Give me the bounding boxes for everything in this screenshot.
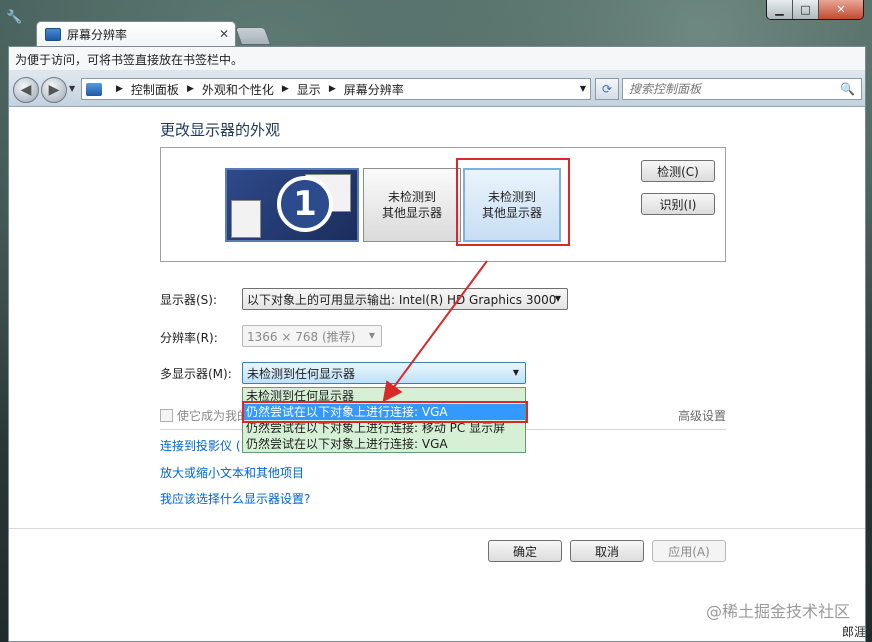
monitor-1[interactable]: 1	[225, 168, 359, 242]
search-icon[interactable]: 🔍	[840, 82, 855, 96]
monitor-label-line1: 未检测到	[387, 190, 436, 204]
history-dropdown-icon[interactable]: ▼	[69, 84, 75, 93]
display-label: 显示器(S):	[160, 293, 218, 307]
monitor-arrangement-panel: 1 未检测到 其他显示器 未检测到 其他显示器 检测(C) 识别(I)	[160, 147, 726, 262]
tab-close-icon[interactable]: ✕	[219, 27, 229, 41]
display-select[interactable]: 以下对象上的可用显示输出: Intel(R) HD Graphics 3000 …	[242, 288, 568, 310]
make-main-label: 使它成为我的	[177, 409, 250, 423]
browser-tab[interactable]: 屏幕分辨率 ✕	[36, 21, 236, 47]
control-panel-icon	[86, 82, 102, 96]
new-tab-button[interactable]	[234, 27, 272, 45]
window-frame: 为便于访问，可将书签直接放在书签栏中。 ◀ ▶ ▼ ▶ 控制面板 ▶ 外观和个性…	[8, 46, 866, 642]
chevron-down-icon: ▼	[368, 331, 375, 340]
apply-button: 应用(A)	[652, 540, 726, 562]
monitor-undetected-2[interactable]: 未检测到 其他显示器	[363, 168, 461, 242]
chevron-down-icon: ▼	[554, 294, 561, 303]
tab-title: 屏幕分辨率	[67, 28, 128, 42]
highlight-box	[456, 158, 570, 246]
resolution-label: 分辨率(R):	[160, 331, 218, 345]
breadcrumb-appearance[interactable]: 外观和个性化	[202, 81, 274, 98]
address-bar[interactable]: ▶ 控制面板 ▶ 外观和个性化 ▶ 显示 ▶ 屏幕分辨率 ▼	[81, 78, 591, 100]
chevron-right-icon[interactable]: ▶	[187, 84, 194, 94]
minimize-button[interactable]: ▁	[767, 0, 793, 19]
multi-display-select[interactable]: 未检测到任何显示器 ▼	[242, 362, 526, 384]
chevron-right-icon[interactable]: ▶	[329, 84, 336, 94]
ok-button[interactable]: 确定	[488, 540, 562, 562]
resolution-select: 1366 × 768 (推荐) ▼	[242, 325, 382, 347]
identify-button[interactable]: 识别(I)	[641, 193, 715, 215]
window-controls: ▁ □ ✕	[766, 0, 864, 20]
forward-button[interactable]: ▶	[41, 77, 67, 103]
bookmark-bar: 为便于访问，可将书签直接放在书签栏中。	[9, 47, 865, 71]
make-main-display-option[interactable]: 使它成为我的	[160, 407, 249, 424]
cancel-button[interactable]: 取消	[570, 540, 644, 562]
chevron-right-icon[interactable]: ▶	[116, 84, 123, 94]
chevron-down-icon[interactable]: ▼	[580, 84, 586, 93]
resolution-value: 1366 × 768 (推荐)	[247, 329, 356, 344]
chevron-right-icon[interactable]: ▶	[282, 84, 289, 94]
multi-display-label: 多显示器(M):	[160, 367, 232, 381]
maximize-button[interactable]: □	[793, 0, 819, 19]
display-icon	[45, 28, 61, 41]
search-box[interactable]: 🔍	[622, 78, 862, 100]
projector-link[interactable]: 连接到投影仪 (	[160, 437, 241, 454]
multi-display-value: 未检测到任何显示器	[247, 366, 356, 381]
breadcrumb-control-panel[interactable]: 控制面板	[131, 81, 179, 98]
detect-button[interactable]: 检测(C)	[641, 160, 715, 182]
display-settings-help-link[interactable]: 我应该选择什么显示器设置?	[160, 490, 310, 507]
main-content: 更改显示器的外观 1 未检测到 其他显示器 未检测到 其他显示器 检测(C) 识…	[9, 107, 865, 637]
corner-text: 郎涯	[841, 625, 866, 639]
chevron-down-icon: ▼	[512, 368, 519, 377]
breadcrumb-resolution[interactable]: 屏幕分辨率	[344, 81, 404, 98]
monitor-number: 1	[277, 176, 333, 232]
dropdown-option[interactable]: 仍然尝试在以下对象上进行连接: VGA	[243, 436, 525, 452]
search-input[interactable]	[629, 82, 829, 96]
refresh-button[interactable]: ⟳	[595, 78, 619, 100]
make-main-checkbox[interactable]	[160, 409, 173, 422]
back-button[interactable]: ◀	[13, 77, 39, 103]
breadcrumb-display[interactable]: 显示	[297, 81, 321, 98]
display-value: 以下对象上的可用显示输出: Intel(R) HD Graphics 3000	[247, 292, 557, 307]
advanced-settings-link[interactable]: 高级设置	[678, 407, 726, 424]
highlight-box	[242, 401, 528, 423]
watermark: @稀土掘金技术社区	[705, 602, 850, 621]
monitor-label-line2: 其他显示器	[381, 206, 442, 220]
close-window-button[interactable]: ✕	[819, 0, 863, 19]
window-thumbnail	[231, 200, 261, 238]
divider	[9, 528, 865, 529]
navigation-bar: ◀ ▶ ▼ ▶ 控制面板 ▶ 外观和个性化 ▶ 显示 ▶ 屏幕分辨率 ▼ ⟳ 🔍	[9, 71, 865, 107]
page-title: 更改显示器的外观	[160, 121, 281, 139]
text-size-link[interactable]: 放大或缩小文本和其他项目	[160, 464, 304, 481]
wrench-icon[interactable]: 🔧	[6, 10, 22, 25]
